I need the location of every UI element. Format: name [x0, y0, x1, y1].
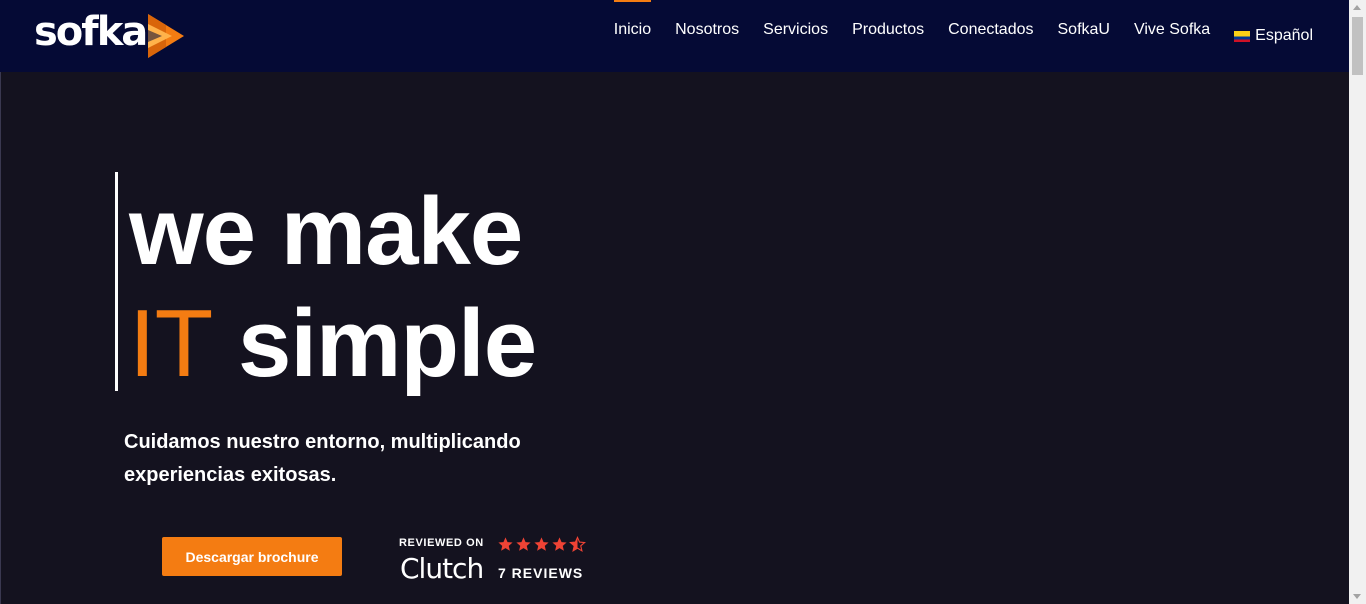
- clutch-review-badge[interactable]: REVIEWED ON Clutch 7 REVIEWS: [399, 536, 599, 586]
- headline-accent-bar: [115, 172, 118, 391]
- headline-line-1: we make: [129, 178, 523, 285]
- subtitle-line-1: Cuidamos nuestro entorno, multiplicando: [124, 431, 521, 453]
- nav-item-servicios[interactable]: Servicios: [751, 0, 840, 72]
- hero-left-border: [0, 72, 1, 604]
- nav-item-productos[interactable]: Productos: [840, 0, 936, 72]
- download-brochure-button[interactable]: Descargar brochure: [162, 537, 342, 576]
- star-half-icon: [569, 536, 586, 552]
- scroll-up-icon[interactable]: [1353, 5, 1361, 10]
- star-full-icon: [516, 537, 531, 551]
- hero-subtitle: Cuidamos nuestro entorno, multiplicando …: [124, 426, 584, 492]
- language-selector[interactable]: Español: [1222, 0, 1325, 72]
- reviews-count: 7 REVIEWS: [498, 565, 584, 581]
- nav-item-conectados[interactable]: Conectados: [936, 0, 1045, 72]
- colombia-flag-icon: [1234, 30, 1251, 42]
- headline-line-2: IT simple: [129, 288, 537, 400]
- main-nav: Inicio Nosotros Servicios Productos Cone…: [602, 0, 1325, 72]
- star-full-icon: [534, 537, 549, 551]
- sofka-arrow-logo-icon: [148, 14, 185, 58]
- logo-text: sofka: [34, 9, 148, 55]
- headline-it: IT: [129, 290, 213, 397]
- sofka-logo[interactable]: sofka: [34, 8, 188, 64]
- scroll-thumb[interactable]: [1352, 17, 1363, 75]
- headline-simple: simple: [237, 290, 537, 397]
- site-header: sofka Inicio Nosotros Servicios Producto…: [0, 0, 1349, 72]
- nav-item-nosotros[interactable]: Nosotros: [663, 0, 751, 72]
- nav-item-sofkau[interactable]: SofkaU: [1046, 0, 1122, 72]
- reviewed-on-label: REVIEWED ON: [399, 537, 484, 549]
- clutch-logo: Clutch: [400, 552, 484, 585]
- language-label: Español: [1255, 27, 1313, 44]
- scroll-down-icon[interactable]: [1353, 594, 1361, 599]
- subtitle-line-2: experiencias exitosas.: [124, 464, 337, 486]
- page-scrollbar[interactable]: [1349, 0, 1366, 604]
- star-full-icon: [498, 537, 513, 551]
- page: sofka Inicio Nosotros Servicios Producto…: [0, 0, 1366, 604]
- rating-stars: [497, 536, 586, 553]
- star-full-icon: [552, 537, 567, 551]
- nav-item-inicio[interactable]: Inicio: [602, 0, 663, 72]
- hero-headline: we make IT simple: [129, 176, 537, 400]
- nav-item-vive-sofka[interactable]: Vive Sofka: [1122, 0, 1222, 72]
